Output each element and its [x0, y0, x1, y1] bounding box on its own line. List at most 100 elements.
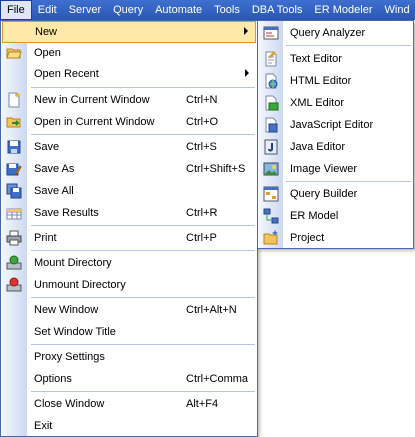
javascript-editor-icon [263, 117, 279, 133]
menu-item-print[interactable]: Print Ctrl+P [1, 227, 257, 249]
menu-dba-tools[interactable]: DBA Tools [246, 0, 309, 20]
menu-item-label: New in Current Window [34, 94, 150, 106]
menu-item-label: Save All [34, 185, 74, 197]
submenu-item-project[interactable]: Project [258, 227, 413, 249]
menu-query[interactable]: Query [107, 0, 149, 20]
menu-item-exit[interactable]: Exit [1, 415, 257, 437]
submenu-item-query-analyzer[interactable]: Query Analyzer [258, 22, 413, 44]
menu-item-label: JavaScript Editor [290, 119, 374, 131]
menu-item-new-in-current-window[interactable]: New in Current Window Ctrl+N [1, 89, 257, 111]
menu-item-save-all[interactable]: Save All [1, 180, 257, 202]
new-submenu: Query Analyzer Text Editor HTML Editor X… [257, 20, 414, 249]
submenu-item-text-editor[interactable]: Text Editor [258, 48, 413, 70]
menu-item-label: Exit [34, 420, 53, 432]
save-results-icon [6, 205, 22, 221]
menu-item-label: Java Editor [290, 141, 346, 153]
menu-item-shortcut: Ctrl+N [186, 94, 218, 106]
submenu-item-html-editor[interactable]: HTML Editor [258, 70, 413, 92]
submenu-arrow-icon [245, 69, 249, 77]
menu-tools[interactable]: Tools [208, 0, 246, 20]
submenu-item-javascript-editor[interactable]: JavaScript Editor [258, 114, 413, 136]
menu-item-save-as[interactable]: Save As Ctrl+Shift+S [1, 158, 257, 180]
menu-item-open[interactable]: Open [1, 42, 257, 64]
menu-item-label: XML Editor [290, 97, 345, 109]
mount-drive-icon [6, 255, 22, 271]
query-analyzer-icon [263, 25, 279, 41]
menubar: File Edit Server Query Automate Tools DB… [0, 0, 415, 20]
menu-item-shortcut: Ctrl+O [186, 116, 219, 128]
menu-item-save[interactable]: Save Ctrl+S [1, 136, 257, 158]
menu-separator [31, 344, 255, 345]
xml-editor-icon [263, 95, 279, 111]
menu-separator [31, 134, 255, 135]
menu-item-shortcut: Ctrl+Alt+N [186, 304, 237, 316]
menu-item-options[interactable]: Options Ctrl+Comma [1, 368, 257, 390]
submenu-item-java-editor[interactable]: Java Editor [258, 136, 413, 158]
submenu-item-image-viewer[interactable]: Image Viewer [258, 158, 413, 180]
new-document-icon [6, 92, 22, 108]
menu-separator [31, 391, 255, 392]
menu-item-shortcut: Ctrl+Comma [186, 373, 249, 385]
image-viewer-icon [263, 161, 279, 177]
menu-separator [286, 45, 411, 46]
menu-window[interactable]: Wind [379, 0, 415, 20]
menu-separator [31, 297, 255, 298]
file-menu: New Open Open Recent New in Current Wind… [0, 20, 258, 437]
menu-item-save-results[interactable]: Save Results Ctrl+R [1, 202, 257, 224]
submenu-item-er-model[interactable]: ER Model [258, 205, 413, 227]
menu-server[interactable]: Server [63, 0, 107, 20]
menu-item-unmount-directory[interactable]: Unmount Directory [1, 274, 257, 296]
html-editor-icon [263, 73, 279, 89]
menu-item-label: Save [34, 141, 60, 153]
menu-item-shortcut: Ctrl+R [186, 207, 218, 219]
menu-item-new-window[interactable]: New Window Ctrl+Alt+N [1, 299, 257, 321]
menu-item-label: Options [34, 373, 72, 385]
menu-item-label: Open [34, 47, 61, 59]
folder-open-icon [6, 45, 22, 61]
menu-item-label: Proxy Settings [34, 351, 105, 363]
query-builder-icon [263, 186, 279, 202]
menu-item-label: Unmount Directory [34, 279, 126, 291]
menu-item-label: Image Viewer [290, 163, 358, 175]
menu-item-shortcut: Ctrl+Shift+S [186, 163, 246, 175]
menu-item-label: Mount Directory [34, 257, 112, 269]
submenu-item-query-builder[interactable]: Query Builder [258, 183, 413, 205]
menu-item-label: Save Results [34, 207, 99, 219]
menu-separator [286, 181, 411, 182]
open-folder-arrow-icon [6, 114, 22, 130]
menu-item-shortcut: Alt+F4 [186, 398, 219, 410]
menu-item-label: Print [34, 232, 57, 244]
menu-item-new[interactable]: New [2, 21, 256, 43]
save-all-icon [6, 183, 22, 199]
menu-er-modeler[interactable]: ER Modeler [308, 0, 378, 20]
menu-item-open-recent[interactable]: Open Recent [1, 63, 257, 85]
menu-item-shortcut: Ctrl+S [186, 141, 217, 153]
menu-item-label: New Window [34, 304, 99, 316]
menu-item-label: HTML Editor [290, 75, 352, 87]
menu-item-label: Query Analyzer [290, 27, 366, 39]
menu-item-label: New [35, 26, 58, 38]
submenu-item-xml-editor[interactable]: XML Editor [258, 92, 413, 114]
java-editor-icon [263, 139, 279, 155]
menu-item-label: Save As [34, 163, 75, 175]
unmount-drive-icon [6, 277, 22, 293]
menu-separator [31, 225, 255, 226]
menu-item-close-window[interactable]: Close Window Alt+F4 [1, 393, 257, 415]
menu-item-shortcut: Ctrl+P [186, 232, 217, 244]
menu-file[interactable]: File [0, 0, 32, 20]
menu-item-label: ER Model [290, 210, 339, 222]
menu-item-label: Open Recent [34, 68, 99, 80]
menu-item-label: Open in Current Window [34, 116, 155, 128]
menu-item-label: Project [290, 232, 325, 244]
menu-item-mount-directory[interactable]: Mount Directory [1, 252, 257, 274]
menu-automate[interactable]: Automate [149, 0, 208, 20]
menu-item-label: Query Builder [290, 188, 358, 200]
menu-item-set-window-title[interactable]: Set Window Title [1, 321, 257, 343]
menu-edit[interactable]: Edit [32, 0, 63, 20]
project-icon [263, 230, 279, 246]
menu-item-open-in-current-window[interactable]: Open in Current Window Ctrl+O [1, 111, 257, 133]
menu-item-proxy-settings[interactable]: Proxy Settings [1, 346, 257, 368]
er-model-icon [263, 208, 279, 224]
menu-item-label: Close Window [34, 398, 105, 410]
menu-item-label: Text Editor [290, 53, 342, 65]
